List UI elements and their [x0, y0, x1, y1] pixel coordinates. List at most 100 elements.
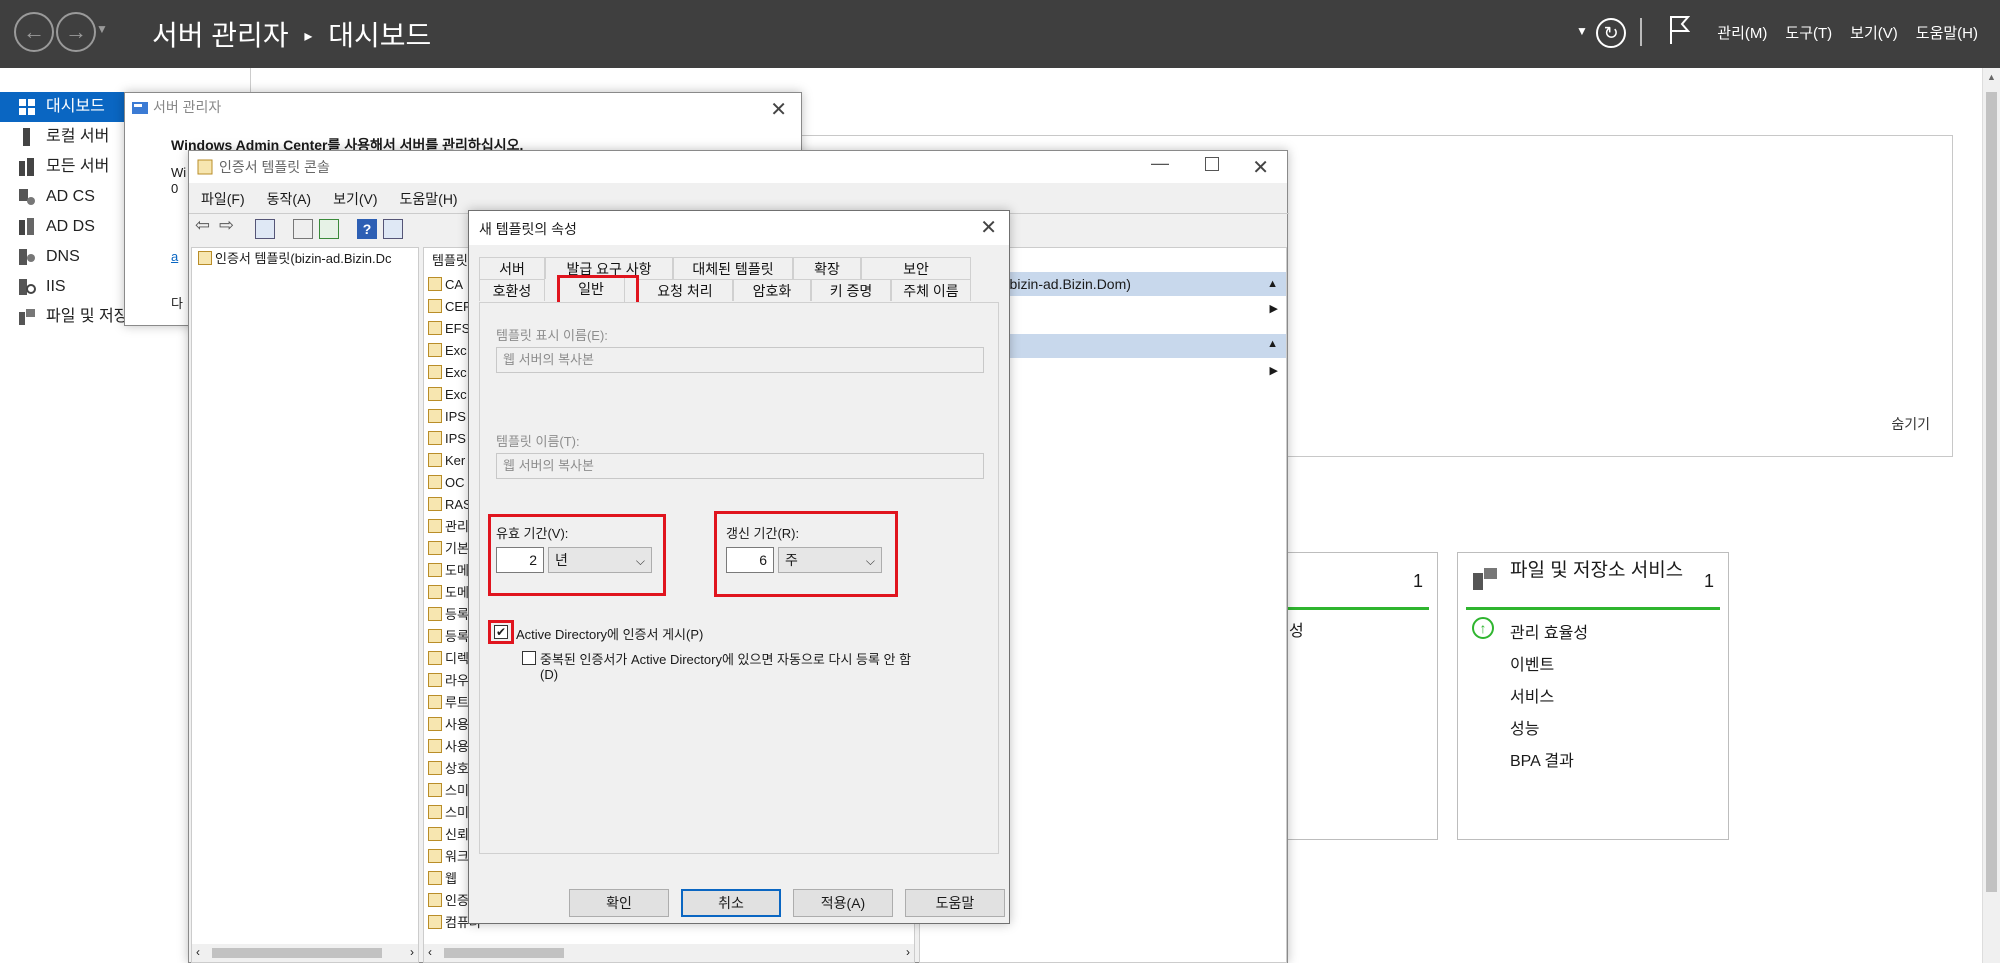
tab-subject-name[interactable]: 주체 이름	[891, 279, 971, 301]
menu-action[interactable]: 동작(A)	[267, 189, 311, 209]
template-list-item[interactable]: 루트	[428, 692, 469, 714]
submenu-arrow-icon[interactable]: ▶	[1270, 364, 1278, 377]
template-list-item[interactable]: IPS	[428, 428, 466, 450]
template-list-item-label: CA	[445, 277, 464, 292]
horizontal-scrollbar[interactable]: ‹ ›	[192, 944, 418, 962]
template-list-item[interactable]: 관리	[428, 516, 469, 538]
close-icon[interactable]: ✕	[980, 215, 997, 240]
cancel-button[interactable]: 취소	[681, 889, 781, 917]
menu-manage[interactable]: 관리(M)	[1717, 22, 1767, 43]
flag-icon[interactable]	[1668, 14, 1691, 51]
tile-row[interactable]: 서비스	[1510, 683, 1554, 707]
tab-request-handling[interactable]: 요청 처리	[637, 279, 733, 301]
template-list-item[interactable]: 등록	[428, 604, 469, 626]
submenu-arrow-icon[interactable]: ▶	[1270, 302, 1278, 315]
template-list-item[interactable]: 인증	[428, 890, 469, 912]
template-list-item[interactable]: 도메	[428, 582, 469, 604]
template-list-item[interactable]: IPS	[428, 406, 466, 428]
template-list-item[interactable]: 사용	[428, 714, 469, 736]
list-column-header[interactable]: 템플릿	[432, 250, 468, 269]
template-list-item[interactable]: 등록	[428, 626, 469, 648]
tab-superseded-templates[interactable]: 대체된 템플릿	[673, 257, 793, 279]
tab-cryptography[interactable]: 암호화	[733, 279, 811, 301]
template-list-item[interactable]: CEF	[428, 296, 471, 318]
template-list-item[interactable]: 기본	[428, 538, 469, 560]
tab-server[interactable]: 서버	[479, 257, 545, 279]
template-list-item[interactable]: EFS	[428, 318, 470, 340]
tree-item-templates[interactable]: 인증서 템플릿(bizin-ad.Bizin.Dc	[198, 248, 392, 270]
tab-key-attestation[interactable]: 키 증명	[811, 279, 891, 301]
properties-icon[interactable]	[293, 219, 313, 239]
refresh-icon[interactable]: ↻	[1596, 18, 1626, 48]
template-list-item[interactable]: 스미	[428, 802, 469, 824]
tab-compatibility[interactable]: 호환성	[479, 279, 545, 301]
tile-row[interactable]: 관리 효율성	[1510, 619, 1588, 643]
history-dropdown-icon[interactable]: ▼	[96, 22, 108, 36]
dialog-checkbox-label[interactable]: 다	[171, 293, 183, 312]
notifications-dropdown-icon[interactable]: ▼	[1576, 24, 1588, 38]
scroll-up-icon[interactable]: ▲	[1987, 72, 1996, 82]
template-list-item[interactable]: 스미	[428, 780, 469, 802]
menu-view[interactable]: 보기(V)	[1850, 22, 1898, 43]
tile-row[interactable]: 성능	[1510, 715, 1539, 739]
maximize-icon[interactable]	[1205, 157, 1219, 171]
horizontal-scrollbar[interactable]: ‹ ›	[424, 944, 914, 962]
menu-help[interactable]: 도움말(H)	[1916, 22, 1978, 43]
template-list-item[interactable]: Exc	[428, 362, 467, 384]
dialog-link[interactable]: a	[171, 249, 178, 264]
hide-link[interactable]: 숨기기	[1891, 414, 1930, 434]
display-name-field[interactable]: 웹 서버의 복사본	[496, 347, 984, 373]
template-list-item[interactable]: CA	[428, 274, 463, 296]
template-list-item[interactable]: 사용	[428, 736, 469, 758]
tab-extensions[interactable]: 확장	[793, 257, 861, 279]
no-reenroll-checkbox[interactable]	[522, 651, 536, 665]
back-arrow-icon[interactable]: ⇦	[195, 215, 210, 236]
file-storage-tile[interactable]: 파일 및 저장소 서비스 1 ↑ 관리 효율성 이벤트 서비스 성능 BPA 결…	[1457, 552, 1729, 840]
template-list-item[interactable]: 신뢰	[428, 824, 469, 846]
menu-file[interactable]: 파일(F)	[201, 189, 245, 209]
help-icon[interactable]: ?	[357, 219, 377, 239]
sidebar-item-dashboard[interactable]: 대시보드	[0, 92, 124, 122]
tile-row[interactable]: 성	[1289, 617, 1304, 641]
template-list-item[interactable]: 디렉	[428, 648, 469, 670]
template-list-item[interactable]: Exc	[428, 384, 467, 406]
tile-row[interactable]: 이벤트	[1510, 651, 1554, 675]
collapse-icon[interactable]: ▲	[1267, 272, 1278, 296]
template-list-item[interactable]: RAS	[428, 494, 472, 516]
template-list-item[interactable]: OC	[428, 472, 465, 494]
template-list-item[interactable]: 워크	[428, 846, 469, 868]
menu-tools[interactable]: 도구(T)	[1785, 22, 1832, 43]
close-icon[interactable]: ✕	[770, 97, 787, 122]
help-button[interactable]: 도움말	[905, 889, 1005, 917]
template-list-item[interactable]: 도메	[428, 560, 469, 582]
template-list-item[interactable]: 라우	[428, 670, 469, 692]
ok-button[interactable]: 확인	[569, 889, 669, 917]
forward-arrow-icon[interactable]: →	[56, 12, 96, 52]
apply-button[interactable]: 적용(A)	[793, 889, 893, 917]
forward-arrow-icon[interactable]: ⇨	[219, 215, 234, 236]
menu-view[interactable]: 보기(V)	[333, 189, 377, 209]
collapse-icon[interactable]: ▲	[1267, 338, 1278, 350]
action-pane-icon[interactable]	[383, 219, 403, 239]
scrollbar-thumb[interactable]	[1986, 92, 1997, 892]
template-list-item[interactable]: Ker	[428, 450, 465, 472]
template-list-item[interactable]: Exc	[428, 340, 467, 362]
minimize-icon[interactable]: —	[1151, 153, 1169, 174]
menu-help[interactable]: 도움말(H)	[400, 189, 458, 209]
back-arrow-icon[interactable]: ←	[14, 12, 54, 52]
show-tree-icon[interactable]	[255, 219, 275, 239]
vertical-scrollbar[interactable]: ▲	[1982, 68, 2000, 963]
export-icon[interactable]	[319, 219, 339, 239]
scroll-left-icon[interactable]: ‹	[196, 945, 200, 959]
tab-security[interactable]: 보안	[861, 257, 971, 279]
template-list-item[interactable]: 상호	[428, 758, 469, 780]
template-list-item[interactable]: 웹	[428, 868, 457, 890]
close-icon[interactable]: ✕	[1252, 155, 1269, 180]
scroll-right-icon[interactable]: ›	[410, 945, 414, 959]
scrollbar-thumb[interactable]	[444, 948, 564, 958]
scroll-left-icon[interactable]: ‹	[428, 945, 432, 959]
tile-row[interactable]: BPA 결과	[1510, 747, 1574, 771]
template-name-field[interactable]: 웹 서버의 복사본	[496, 453, 984, 479]
scrollbar-thumb[interactable]	[212, 948, 382, 958]
scroll-right-icon[interactable]: ›	[906, 945, 910, 959]
